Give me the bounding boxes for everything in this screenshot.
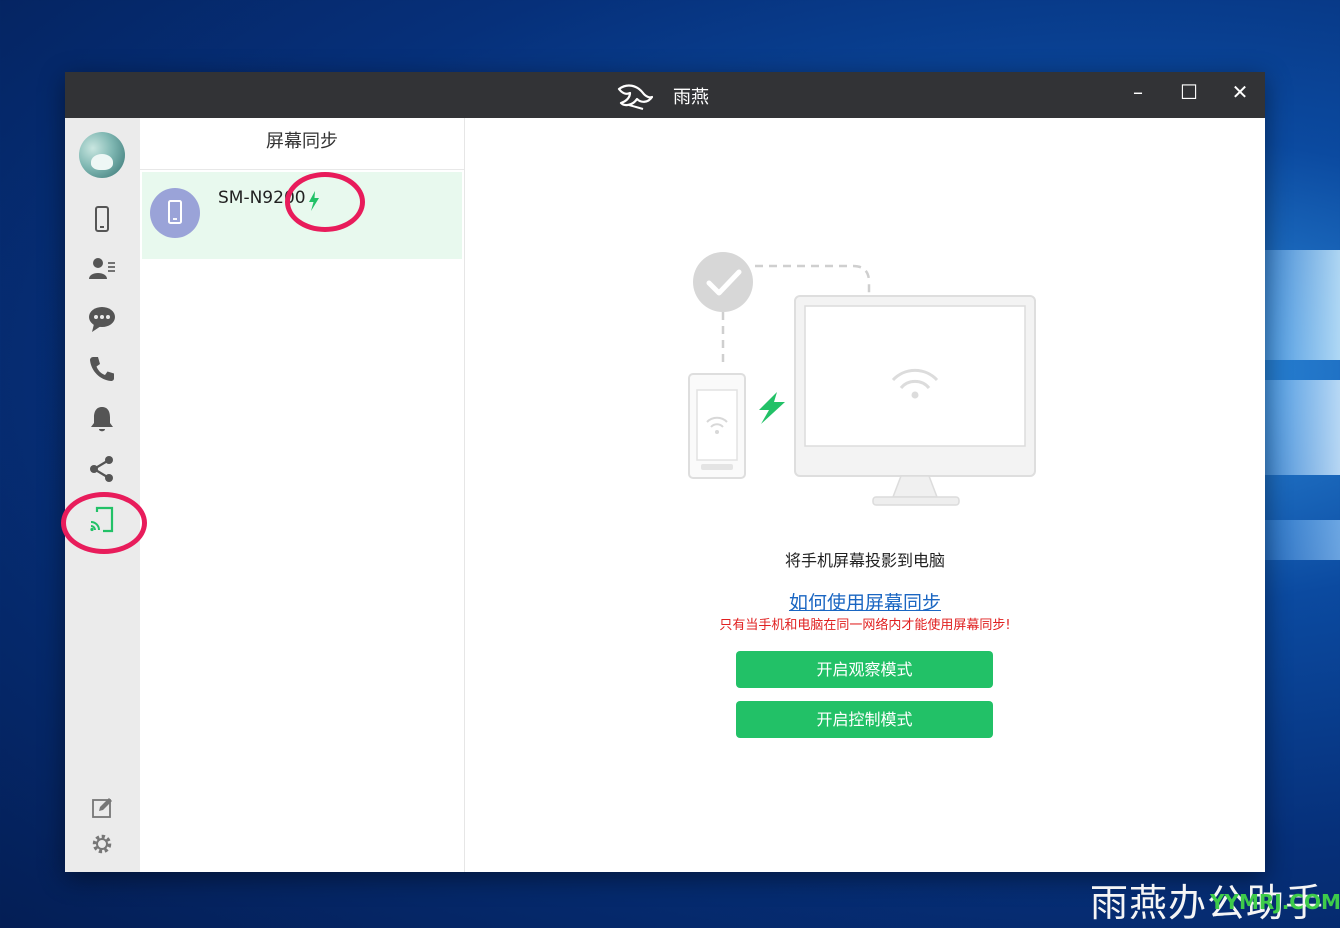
device-avatar xyxy=(150,188,200,238)
screen-sync-description: 将手机屏幕投影到电脑 xyxy=(784,551,945,570)
desktop-light-beam xyxy=(1262,380,1340,475)
device-list-panel: 屏幕同步 SM-N9200 xyxy=(140,118,465,872)
chat-bubble-icon[interactable] xyxy=(87,304,117,334)
call-icon[interactable] xyxy=(87,354,117,384)
share-icon[interactable] xyxy=(87,454,117,484)
help-link[interactable]: 如何使用屏幕同步 xyxy=(465,588,1265,615)
lightning-icon xyxy=(309,191,319,211)
maximize-button[interactable]: ☐ xyxy=(1164,72,1214,118)
minimize-icon: – xyxy=(1133,80,1143,104)
window-title: 雨燕 xyxy=(673,87,709,108)
edit-icon[interactable] xyxy=(90,796,114,820)
screen-sync-illustration xyxy=(688,252,1036,506)
screen-sync-content: 将手机屏幕投影到电脑 如何使用屏幕同步 只有当手机和电脑在同一网络内才能使用屏幕… xyxy=(465,118,1265,872)
close-icon: ✕ xyxy=(1231,80,1249,104)
device-name: SM-N9200 xyxy=(218,188,306,208)
user-avatar[interactable] xyxy=(79,132,125,178)
desktop-light-beam xyxy=(1262,250,1340,360)
panel-title: 屏幕同步 xyxy=(140,118,464,170)
cast-icon[interactable] xyxy=(87,504,117,534)
network-warning: 只有当手机和电脑在同一网络内才能使用屏幕同步! xyxy=(719,618,1011,633)
bell-icon[interactable] xyxy=(87,404,117,434)
swallow-logo-icon xyxy=(617,84,653,110)
gear-icon[interactable] xyxy=(90,832,114,856)
minimize-button[interactable]: – xyxy=(1113,72,1163,118)
desktop-light-beam xyxy=(1262,520,1340,560)
contacts-icon[interactable] xyxy=(87,254,117,284)
watermark-url: YYMRJ.COM xyxy=(1210,890,1340,914)
close-button[interactable]: ✕ xyxy=(1215,72,1265,118)
nav-rail xyxy=(65,118,140,872)
control-mode-button[interactable]: 开启控制模式 xyxy=(736,701,993,738)
phone-device-icon xyxy=(168,200,182,224)
title-bar[interactable]: 雨燕 – ☐ ✕ xyxy=(65,72,1265,118)
app-window: 雨燕 – ☐ ✕ 屏幕同步 SM-N9200 将手机屏幕投影到电脑 如何使用屏幕… xyxy=(65,72,1265,872)
observe-mode-button[interactable]: 开启观察模式 xyxy=(736,651,993,688)
device-list-item[interactable]: SM-N9200 xyxy=(142,172,462,259)
phone-device-icon[interactable] xyxy=(87,204,117,234)
maximize-icon: ☐ xyxy=(1180,80,1198,104)
